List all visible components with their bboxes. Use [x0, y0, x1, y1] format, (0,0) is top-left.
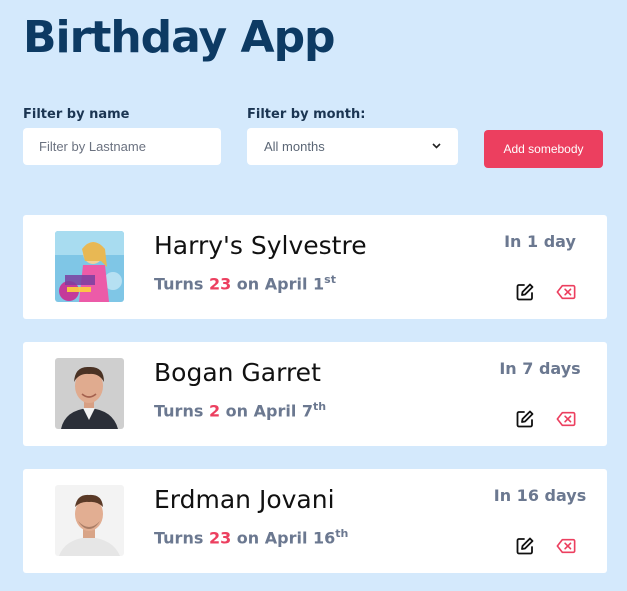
add-somebody-button[interactable]: Add somebody — [484, 130, 603, 168]
man-portrait-suit-image — [55, 358, 124, 429]
person-name: Harry's Sylvestre — [154, 231, 367, 260]
man-portrait-white-image — [55, 485, 124, 556]
delete-button[interactable] — [555, 535, 577, 557]
countdown-text: In 16 days — [493, 486, 587, 505]
month-select[interactable]: All months — [247, 128, 458, 165]
hannah-montana-poster-image — [55, 231, 124, 302]
edit-button[interactable] — [514, 281, 536, 303]
countdown-text: In 7 days — [499, 359, 581, 378]
person-name: Bogan Garret — [154, 358, 321, 387]
avatar — [55, 358, 124, 429]
edit-button[interactable] — [514, 535, 536, 557]
month-select-value: All months — [264, 139, 325, 154]
filter-month-label: Filter by month: — [247, 107, 366, 122]
backspace-delete-icon — [556, 411, 576, 427]
edit-button[interactable] — [514, 408, 536, 430]
backspace-delete-icon — [556, 284, 576, 300]
birthday-card: Harry's Sylvestre Turns 23 on April 1st … — [23, 215, 607, 319]
edit-icon — [516, 537, 534, 555]
avatar — [55, 231, 124, 302]
birthday-app: Birthday App Filter by name Filter by mo… — [0, 0, 627, 591]
turns-text: Turns 23 on April 1st — [154, 273, 336, 294]
filter-name-label: Filter by name — [23, 107, 130, 122]
birthday-card: Erdman Jovani Turns 23 on April 16th In … — [23, 469, 607, 573]
edit-icon — [516, 283, 534, 301]
backspace-delete-icon — [556, 538, 576, 554]
delete-button[interactable] — [555, 281, 577, 303]
turns-text: Turns 23 on April 16th — [154, 527, 349, 548]
page-title: Birthday App — [23, 12, 336, 63]
age-value: 23 — [208, 528, 232, 548]
age-value: 23 — [208, 274, 232, 294]
filter-lastname-input[interactable] — [23, 128, 221, 165]
person-name: Erdman Jovani — [154, 485, 335, 514]
avatar — [55, 485, 124, 556]
birthday-card: Bogan Garret Turns 2 on April 7th In 7 d… — [23, 342, 607, 446]
turns-text: Turns 2 on April 7th — [154, 400, 327, 421]
chevron-down-icon — [432, 141, 441, 152]
delete-button[interactable] — [555, 408, 577, 430]
countdown-text: In 1 day — [504, 232, 576, 251]
edit-icon — [516, 410, 534, 428]
age-value: 2 — [208, 401, 221, 421]
